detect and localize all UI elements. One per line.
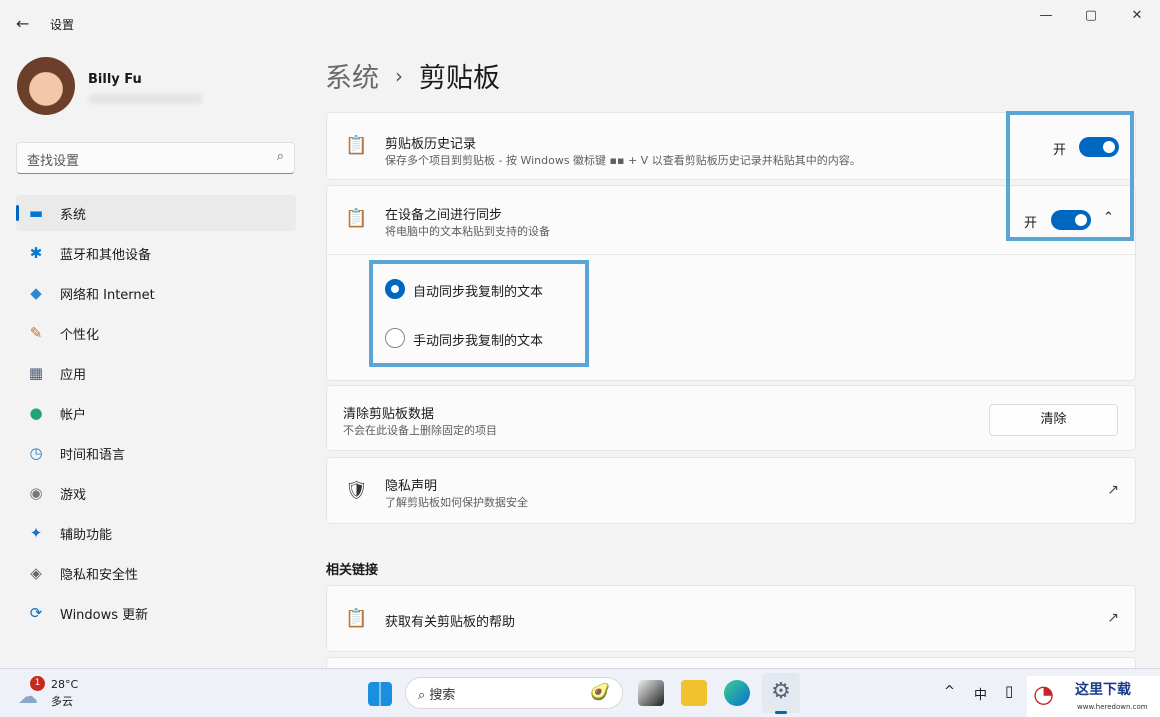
search-placeholder: 查找设置 [27, 154, 80, 169]
sync-title: 在设备之间进行同步 [385, 208, 503, 223]
sidebar-item-label: 帐户 [60, 407, 87, 423]
sidebar-item[interactable]: ◈ 隐私和安全性 [16, 555, 296, 591]
sidebar-item[interactable]: ▦ 应用 [16, 355, 296, 391]
active-indicator [775, 711, 787, 714]
weather-desc: 多云 [51, 695, 73, 708]
nav-icon: ◷ [29, 444, 43, 462]
clipboard-icon: 📋 [345, 608, 368, 629]
highlight-box-toggles [1006, 111, 1134, 241]
nav-icon: ● [29, 404, 43, 422]
sidebar-item[interactable]: ◷ 时间和语言 [16, 435, 296, 471]
clipboard-icon: 📋 [345, 135, 368, 156]
app-title: 设置 [50, 18, 75, 32]
file-explorer-icon[interactable] [681, 680, 707, 706]
privacy-desc: 了解剪贴板如何保护数据安全 [385, 496, 528, 509]
clipboard-sync-icon: 📋 [345, 208, 368, 229]
nav-icon: ✦ [29, 524, 43, 542]
sidebar-item[interactable]: ✦ 辅助功能 [16, 515, 296, 551]
sidebar-item[interactable]: ● 帐户 [16, 395, 296, 431]
user-email-blurred [88, 94, 203, 104]
nav-icon: ▦ [28, 364, 44, 382]
sidebar-item[interactable]: ◆ 网络和 Internet [16, 275, 296, 311]
clear-title: 清除剪贴板数据 [343, 407, 435, 422]
task-view-icon[interactable] [638, 680, 664, 706]
taskbar-search[interactable]: ⌕ 搜索 🥑 [405, 677, 623, 709]
sidebar-item-label: 系统 [60, 207, 87, 223]
related-heading: 相关链接 [326, 563, 379, 578]
taskbar-search-label: 搜索 [429, 688, 456, 703]
nav-icon: ▬ [28, 204, 44, 222]
help-link-label: 获取有关剪贴板的帮助 [385, 615, 516, 630]
watermark: ◔ 这里下载 www.heredown.com [1027, 676, 1160, 717]
sidebar-item-label: 个性化 [60, 327, 100, 343]
back-button[interactable]: ← [16, 14, 29, 33]
watermark-logo: ◔ [1033, 680, 1054, 708]
breadcrumb-separator: › [395, 63, 403, 88]
search-icon: ⌕ [276, 149, 284, 164]
nav-icon: ◈ [30, 564, 42, 582]
sidebar-item-label: 时间和语言 [60, 447, 126, 463]
minimize-button[interactable]: — [1031, 8, 1061, 23]
start-icon[interactable] [368, 682, 392, 706]
sidebar-item-label: Windows 更新 [60, 607, 149, 623]
search-icon: ⌕ [418, 688, 430, 703]
help-link-card[interactable]: 📋 获取有关剪贴板的帮助 ↗ [326, 585, 1136, 652]
clear-card: 清除剪贴板数据 不会在此设备上删除固定的项目 清除 [326, 385, 1136, 451]
sidebar-item[interactable]: ◉ 游戏 [16, 475, 296, 511]
watermark-url: www.heredown.com [1077, 703, 1148, 711]
external-link-icon[interactable]: ↗ [1107, 610, 1119, 626]
sidebar-item[interactable]: ⟳ Windows 更新 [16, 595, 296, 631]
shield-icon: 🛡 [345, 480, 368, 501]
weather-badge: 1 [30, 676, 45, 691]
avocado-icon: 🥑 [590, 682, 610, 701]
edge-icon[interactable] [724, 680, 750, 706]
highlight-box-options [369, 260, 589, 367]
sidebar-item-label: 辅助功能 [60, 527, 113, 543]
weather-temp: 28°C [51, 678, 79, 691]
sidebar-item[interactable]: ✎ 个性化 [16, 315, 296, 351]
external-link-icon[interactable]: ↗ [1107, 482, 1119, 498]
tray-overflow-icon[interactable]: ^ [944, 684, 955, 699]
sidebar-item-label: 游戏 [60, 487, 87, 503]
clear-desc: 不会在此设备上删除固定的项目 [343, 424, 497, 437]
sidebar-item-label: 网络和 Internet [60, 287, 155, 303]
privacy-title: 隐私声明 [385, 479, 438, 494]
ime-indicator[interactable]: 中 [974, 684, 987, 703]
sync-desc: 将电脑中的文本粘贴到支持的设备 [385, 225, 550, 238]
breadcrumb-parent[interactable]: 系统 [325, 56, 379, 95]
sidebar-item-label: 隐私和安全性 [60, 567, 139, 583]
settings-search-input[interactable]: 查找设置 ⌕ [16, 142, 295, 174]
title-bar [0, 0, 1160, 46]
sidebar-item[interactable]: ✱ 蓝牙和其他设备 [16, 235, 296, 271]
user-name: Billy Fu [88, 72, 142, 87]
close-button[interactable]: ✕ [1122, 8, 1152, 23]
watermark-text: 这里下载 [1075, 682, 1131, 698]
sidebar-item-label: 蓝牙和其他设备 [60, 247, 152, 263]
nav-icon: ⟳ [29, 604, 43, 622]
avatar[interactable] [17, 57, 75, 115]
nav-icon: ◆ [30, 284, 42, 302]
clear-button[interactable]: 清除 [989, 404, 1118, 436]
history-title: 剪贴板历史记录 [385, 137, 477, 152]
privacy-card[interactable]: 🛡 隐私声明 了解剪贴板如何保护数据安全 ↗ [326, 457, 1136, 524]
nav-icon: ✎ [29, 324, 43, 342]
sidebar-item-label: 应用 [60, 367, 87, 383]
sidebar-item[interactable]: ▬ 系统 [16, 195, 296, 231]
breadcrumb: 系统 › 剪贴板 [325, 56, 500, 95]
device-icon[interactable]: ▯ [1005, 682, 1013, 700]
nav-icon: ✱ [29, 244, 43, 262]
breadcrumb-current: 剪贴板 [419, 63, 500, 94]
nav-icon: ◉ [29, 484, 43, 502]
maximize-button[interactable]: ▢ [1076, 8, 1106, 23]
settings-app-icon[interactable]: ⚙ [762, 673, 800, 713]
history-desc: 保存多个项目到剪贴板 - 按 Windows 徽标键 ▪▪ + V 以查看剪贴板… [385, 154, 861, 167]
